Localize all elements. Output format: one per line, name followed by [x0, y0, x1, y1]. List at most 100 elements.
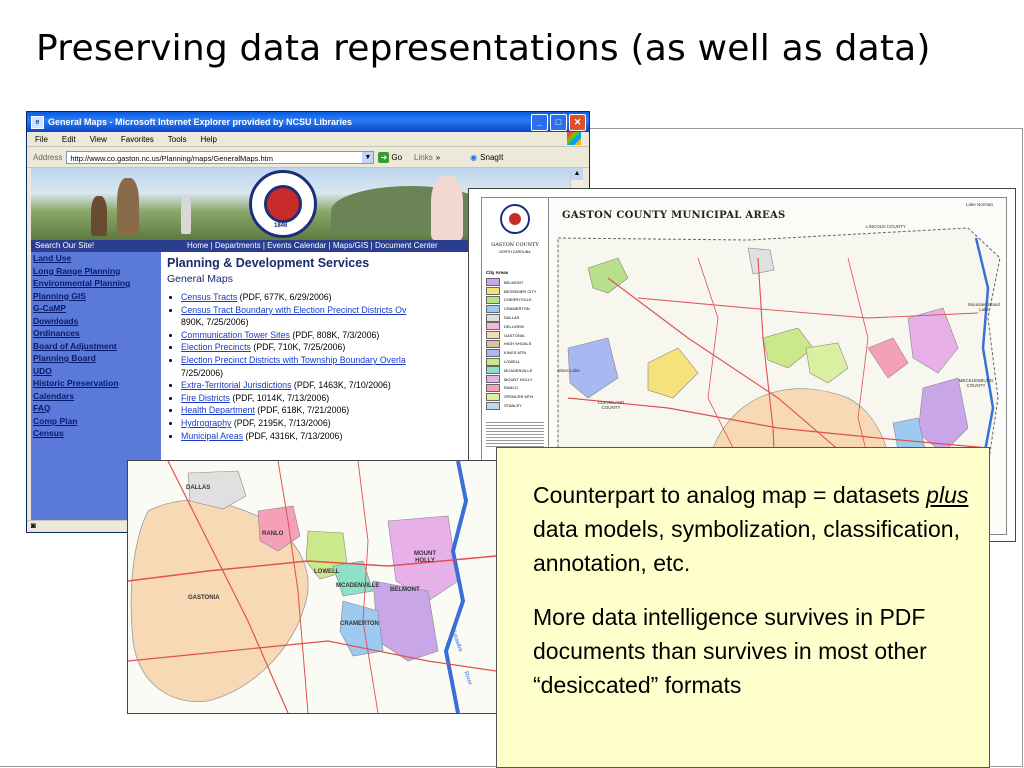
county-seal: 1846 — [249, 170, 317, 238]
maximize-button[interactable]: □ — [550, 114, 567, 131]
nav-item-board-of-adjustment[interactable]: Board of Adjustment — [31, 340, 161, 353]
nav-item-environmental-planning[interactable]: Environmental Planning — [31, 277, 161, 290]
callout-emphasis: plus — [926, 482, 969, 508]
map-link[interactable]: Municipal Areas — [181, 431, 243, 441]
legend-row: BESSEMER CITY — [486, 287, 536, 296]
address-field[interactable]: http://www.co.gaston.nc.us/Planning/maps… — [66, 150, 375, 164]
legend-list: BELMONT BESSEMER CITY CHERRYVILLE CRAMERTON… — [486, 278, 536, 410]
zoom-label-cramerton: CRAMERTON — [340, 621, 379, 627]
links-button[interactable]: Links — [414, 153, 433, 162]
map-info: (PDF, 2195K, 7/13/2006) — [231, 417, 331, 428]
legend-label: DALLAS — [504, 315, 520, 321]
legend-swatch — [486, 348, 500, 357]
legend-label: STANLEY — [504, 403, 522, 409]
menu-tools[interactable]: Tools — [168, 135, 187, 144]
map-info: (PDF, 710K, 7/25/2006) — [250, 342, 346, 353]
legend-header: City Areas — [486, 270, 509, 275]
nav-item-land-use[interactable]: Land Use — [31, 252, 161, 265]
map-info: 7/25/2006) — [181, 367, 224, 378]
legend-swatch — [486, 322, 500, 331]
callout-paragraph-2: More data intelligence survives in PDF d… — [533, 604, 927, 698]
menu-view[interactable]: View — [90, 135, 107, 144]
legend-swatch — [486, 392, 500, 401]
map-link[interactable]: Fire Districts — [181, 393, 230, 403]
banner-golfer — [181, 194, 191, 234]
legend-label: GASTONIA — [504, 332, 525, 338]
label-lincoln-county: LINCOLN COUNTY — [866, 224, 906, 229]
legend-label: MCADENVILLE — [504, 367, 533, 373]
scroll-up-icon[interactable]: ▲ — [571, 168, 583, 180]
snagit-button[interactable]: ◉ SnagIt — [470, 153, 503, 162]
map-link[interactable]: Election Precincts — [181, 342, 251, 352]
menu-edit[interactable]: Edit — [62, 135, 76, 144]
top-nav-links[interactable]: Home | Departments | Events Calendar | M… — [187, 240, 438, 252]
menu-help[interactable]: Help — [200, 135, 216, 144]
legend-row: LOWELL — [486, 357, 536, 366]
address-dropdown-icon[interactable]: ▼ — [362, 151, 374, 163]
map-link[interactable]: Health Department — [181, 405, 255, 415]
municipal-map-title: GASTON COUNTY MUNICIPAL AREAS — [562, 210, 786, 221]
map-link[interactable]: Census Tracts — [181, 292, 237, 302]
nav-item-ordinances[interactable]: Ordinances — [31, 327, 161, 340]
menu-favorites[interactable]: Favorites — [121, 135, 154, 144]
map-link[interactable]: Communication Tower Sites — [181, 330, 290, 340]
map-link[interactable]: Hydrography — [181, 418, 231, 428]
nav-item-historic-preservation[interactable]: Historic Preservation — [31, 377, 161, 390]
nav-item-comp-plan[interactable]: Comp Plan — [31, 415, 161, 428]
legend-label: HIGH SHOALS — [504, 341, 532, 347]
legend-swatch — [486, 401, 500, 410]
legend-row: CRAMERTON — [486, 304, 536, 313]
legend-row: CHERRYVILLE — [486, 295, 536, 305]
callout-paragraph-1: Counterpart to analog map = datasets plu… — [533, 478, 969, 580]
legend-row: DALLAS — [486, 313, 536, 322]
minimize-button[interactable]: _ — [531, 114, 548, 131]
banner-person-1 — [117, 178, 139, 236]
label-cleveland-county: CLEVELAND COUNTY — [597, 400, 625, 410]
nav-item-planning-board[interactable]: Planning Board — [31, 352, 161, 365]
browser-titlebar[interactable]: e General Maps - Microsoft Internet Expl… — [27, 112, 589, 132]
legend-swatch — [486, 383, 500, 392]
nav-item-udo[interactable]: UDO — [31, 365, 161, 378]
map-link[interactable]: Census Tract Boundary with Election Prec… — [181, 305, 406, 315]
close-button[interactable]: ✕ — [569, 114, 586, 131]
zoomed-map: DALLAS RANLO LOWELL MCADENVILLE GASTONIA… — [127, 460, 497, 714]
legend-row: BELMONT — [486, 278, 536, 287]
legend-swatch — [486, 331, 500, 340]
legend-row: HIGH SHOALS — [486, 339, 536, 349]
callout-box: Counterpart to analog map = datasets plu… — [496, 447, 990, 768]
browser-window-title: General Maps - Microsoft Internet Explor… — [48, 117, 353, 127]
address-bar: Address http://www.co.gaston.nc.us/Plann… — [27, 147, 589, 168]
legend-state: NORTH CAROLINA — [499, 250, 531, 254]
label-mecklenburg-county: MECKLENBURG COUNTY — [958, 378, 994, 388]
map-info: 890K, 7/25/2006) — [181, 317, 249, 328]
legend-swatch — [486, 278, 500, 287]
nav-item-census[interactable]: Census — [31, 427, 161, 440]
nav-item-long-range-planning[interactable]: Long Range Planning — [31, 265, 161, 278]
legend-row: MCADENVILLE — [486, 366, 536, 375]
go-button[interactable]: ➔ Go — [378, 151, 402, 163]
nav-item-calendars[interactable]: Calendars — [31, 390, 161, 403]
snagit-icon: ◉ — [470, 152, 478, 162]
county-seal-small — [500, 204, 530, 234]
menu-file[interactable]: File — [35, 135, 48, 144]
label-moss-lake: Moss Lake — [558, 368, 580, 373]
nav-item-g-camp[interactable]: G-CaMP — [31, 302, 161, 315]
nav-item-downloads[interactable]: Downloads — [31, 315, 161, 328]
callout-text: Counterpart to analog map = datasets — [533, 482, 927, 508]
map-info: (PDF, 618K, 7/21/2006) — [254, 405, 350, 416]
links-chevron-icon[interactable]: » — [436, 153, 440, 162]
banner-mountain — [331, 186, 491, 236]
nav-item-faq[interactable]: FAQ — [31, 402, 161, 415]
banner-person-2 — [91, 196, 107, 236]
snagit-label: SnagIt — [480, 152, 504, 162]
map-link[interactable]: Election Precinct Districts with Townshi… — [181, 355, 406, 365]
map-link[interactable]: Extra-Territorial Jurisdictions — [181, 380, 291, 390]
slide-title: Preserving data representations (as well… — [36, 28, 931, 69]
zoomed-map-canvas — [128, 461, 496, 713]
map-info: (PDF, 4316K, 7/13/2006) — [243, 430, 343, 441]
window-controls: _ □ ✕ — [531, 114, 586, 131]
search-our-site-link[interactable]: Search Our Site! — [35, 240, 94, 252]
nav-item-planning-gis[interactable]: Planning GIS — [31, 290, 161, 303]
legend-swatch — [486, 295, 500, 304]
legend-row: MOUNT HOLLY — [486, 375, 536, 384]
